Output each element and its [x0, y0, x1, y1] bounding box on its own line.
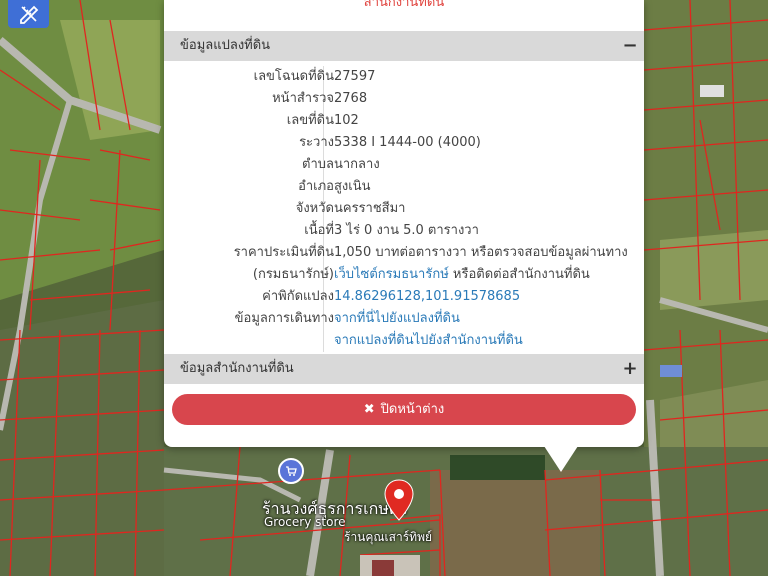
info-row: เลขโฉนดที่ดิน 27597	[164, 66, 644, 88]
row-value: 27597	[334, 69, 376, 84]
info-row: ตำบล นากลาง	[164, 154, 644, 176]
treasury-website-link[interactable]: เว็บไซต์กรมธนารักษ์	[334, 267, 449, 282]
pencil-ruler-icon	[19, 5, 38, 24]
info-row: จังหวัด นครราชสีมา	[164, 198, 644, 220]
info-row: (กรมธนารักษ์) เว็บไซต์กรมธนารักษ์ หรือติ…	[164, 264, 644, 286]
row-value: 102	[334, 113, 359, 128]
row-value: นากลาง	[334, 157, 380, 172]
section-header-parcel-info[interactable]: ข้อมูลแปลงที่ดิน −	[164, 31, 644, 61]
row-key: ข้อมูลการเดินทาง	[234, 311, 334, 326]
section-header-land-office[interactable]: ข้อมูลสำนักงานที่ดิน +	[164, 354, 644, 384]
row-key: ระวาง	[299, 135, 334, 150]
popup-pointer	[544, 446, 578, 472]
land-parcel-popup: สำนักงานที่ดิน ข้อมูลแปลงที่ดิน − เลขโฉน…	[164, 0, 644, 472]
info-row: เนื้อที่ 3 ไร่ 0 งาน 5.0 ตารางวา	[164, 220, 644, 242]
row-key: ตำบล	[302, 157, 334, 172]
expand-icon[interactable]: +	[622, 354, 638, 384]
row-value: 5338 I 1444-00 (4000)	[334, 135, 481, 150]
info-row: ระวาง 5338 I 1444-00 (4000)	[164, 132, 644, 154]
directions-to-office-link[interactable]: จากแปลงที่ดินไปยังสำนักงานที่ดิน	[334, 330, 523, 352]
close-button-label: ปิดหน้าต่าง	[380, 402, 445, 417]
measure-tool-button[interactable]	[8, 0, 49, 28]
info-row: อำเภอ สูงเนิน	[164, 176, 644, 198]
close-icon: ✖	[363, 402, 375, 417]
row-value: สูงเนิน	[334, 179, 371, 194]
land-office-link[interactable]: สำนักงานที่ดิน	[164, 0, 644, 14]
info-row: จากแปลงที่ดินไปยังสำนักงานที่ดิน	[164, 330, 644, 352]
info-row: เลขที่ดิน 102	[164, 110, 644, 132]
row-key: (กรมธนารักษ์)	[252, 267, 334, 282]
row-value-tail: หรือติดต่อสำนักงานที่ดิน	[448, 267, 590, 282]
info-row: ราคาประเมินที่ดิน 1,050 บาทต่อตารางวา หร…	[164, 242, 644, 264]
map-place-label-under-pin: ร้านคุณเสาร์ทิพย์	[344, 530, 433, 544]
row-key: ราคาประเมินที่ดิน	[233, 245, 334, 260]
row-value: 2768	[334, 91, 368, 106]
row-value: 1,050 บาทต่อตารางวา หรือตรวจสอบข้อมูลผ่า…	[334, 245, 628, 260]
row-value: เว็บไซต์กรมธนารักษ์ หรือติดต่อสำนักงานที…	[334, 264, 590, 286]
grocery-store-marker-icon[interactable]	[278, 458, 304, 484]
row-key: จังหวัด	[295, 201, 334, 216]
row-key: เนื้อที่	[304, 223, 334, 238]
location-pin-icon[interactable]	[382, 478, 416, 524]
section-title: ข้อมูลแปลงที่ดิน	[180, 38, 271, 53]
row-key: หน้าสำรวจ	[272, 91, 334, 106]
row-key: เลขที่ดิน	[286, 113, 334, 128]
coordinates-link[interactable]: 14.86296128,101.91578685	[334, 286, 520, 308]
row-value: นครราชสีมา	[334, 201, 406, 216]
row-key: ค่าพิกัดแปลง	[262, 289, 334, 304]
info-row: ข้อมูลการเดินทาง จากที่นี่ไปยังแปลงที่ดิ…	[164, 308, 644, 330]
info-row: หน้าสำรวจ 2768	[164, 88, 644, 110]
row-key: เลขโฉนดที่ดิน	[253, 69, 334, 84]
collapse-icon[interactable]: −	[622, 31, 638, 61]
close-window-button[interactable]: ✖ ปิดหน้าต่าง	[172, 394, 636, 425]
directions-to-parcel-link[interactable]: จากที่นี่ไปยังแปลงที่ดิน	[334, 308, 460, 330]
map-place-label-grocery: Grocery store	[264, 515, 346, 529]
section-title: ข้อมูลสำนักงานที่ดิน	[180, 361, 294, 376]
row-key: อำเภอ	[298, 179, 334, 194]
row-value: 3 ไร่ 0 งาน 5.0 ตารางวา	[334, 223, 479, 238]
info-row: ค่าพิกัดแปลง 14.86296128,101.91578685	[164, 286, 644, 308]
